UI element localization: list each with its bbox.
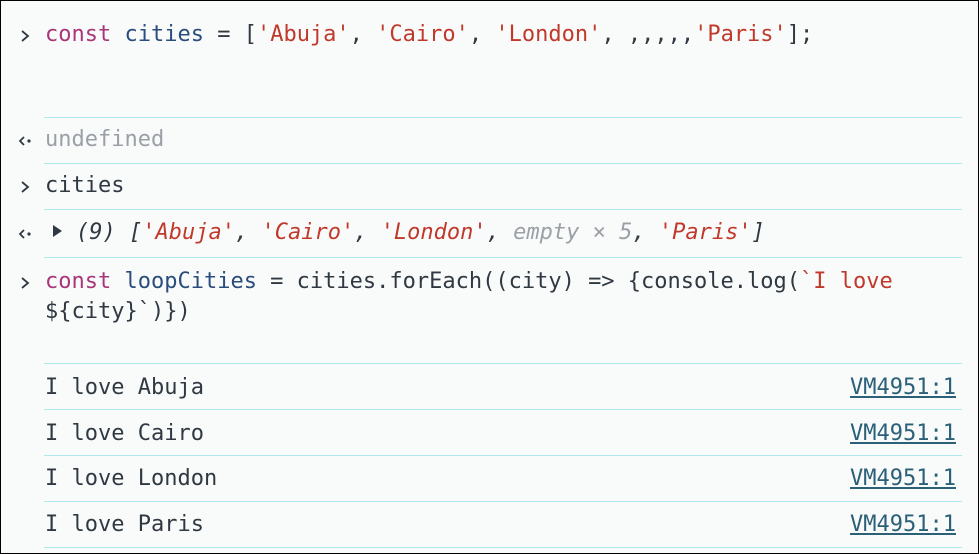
row-divider xyxy=(44,209,962,210)
source-link[interactable]: VM4951:1 xyxy=(850,419,956,449)
code-text: , xyxy=(349,22,377,47)
string-literal: 'Cairo' xyxy=(261,220,355,245)
return-arrow-icon xyxy=(15,221,35,247)
variable-name: cities xyxy=(124,22,204,47)
code-text: , xyxy=(468,22,496,47)
code-text: ${city}`)}) xyxy=(45,299,191,324)
input-chevron-icon xyxy=(15,174,35,200)
code-text: , ,,,,, xyxy=(601,22,695,47)
row-divider xyxy=(44,163,962,164)
string-literal: 'London' xyxy=(380,220,487,245)
return-arrow-icon xyxy=(15,128,35,154)
string-literal: 'Paris' xyxy=(694,22,787,47)
source-link[interactable]: VM4951:1 xyxy=(850,373,956,403)
code-text: [ xyxy=(129,220,143,245)
array-length: (9) xyxy=(76,220,116,245)
code-text: , xyxy=(234,220,262,245)
template-literal: `I love xyxy=(800,269,906,294)
row-divider xyxy=(44,501,962,502)
row-divider xyxy=(44,547,962,548)
array-result[interactable]: (9) ['Abuja', 'Cairo', 'London', empty ×… xyxy=(53,218,956,248)
input-chevron-icon xyxy=(15,23,35,49)
string-literal: 'Abuja' xyxy=(256,22,350,47)
code-text: = cities.forEach((city) => {console.log( xyxy=(256,269,800,294)
empty-slots: empty × 5 xyxy=(513,220,633,245)
keyword-const: const xyxy=(45,22,112,47)
variable-name: loopCities xyxy=(124,269,257,294)
console-input-line[interactable]: const cities = ['Abuja', 'Cairo', 'Londo… xyxy=(45,20,956,50)
code-text: , xyxy=(486,220,514,245)
keyword-const: const xyxy=(45,269,112,294)
code-text: , xyxy=(354,220,381,245)
row-divider xyxy=(44,117,962,118)
code-text: ]; xyxy=(786,22,814,47)
code-text: , xyxy=(632,220,659,245)
log-message: I love London xyxy=(45,466,218,491)
log-message: I love Paris xyxy=(45,512,204,537)
row-divider xyxy=(44,455,962,456)
row-divider xyxy=(44,257,962,258)
string-literal: 'London' xyxy=(495,22,602,47)
row-divider xyxy=(44,363,962,364)
log-message: I love Cairo xyxy=(45,421,204,446)
source-link[interactable]: VM4951:1 xyxy=(850,510,956,540)
console-input-line[interactable]: const loopCities = cities.forEach((city)… xyxy=(45,267,925,327)
result-undefined: undefined xyxy=(45,127,165,152)
code-text: = [ xyxy=(203,22,257,47)
code-text: ] xyxy=(751,220,765,245)
expand-triangle-icon[interactable] xyxy=(53,225,62,237)
string-literal: 'Abuja' xyxy=(142,220,235,245)
input-chevron-icon xyxy=(15,270,35,296)
source-link[interactable]: VM4951:1 xyxy=(850,464,956,494)
devtools-console: const cities = ['Abuja', 'Cairo', 'Londo… xyxy=(0,0,979,554)
console-input-line[interactable]: cities xyxy=(45,171,956,201)
log-message: I love Abuja xyxy=(45,375,204,400)
string-literal: 'Paris' xyxy=(658,220,752,245)
string-literal: 'Cairo' xyxy=(376,22,469,47)
row-divider xyxy=(44,409,962,410)
